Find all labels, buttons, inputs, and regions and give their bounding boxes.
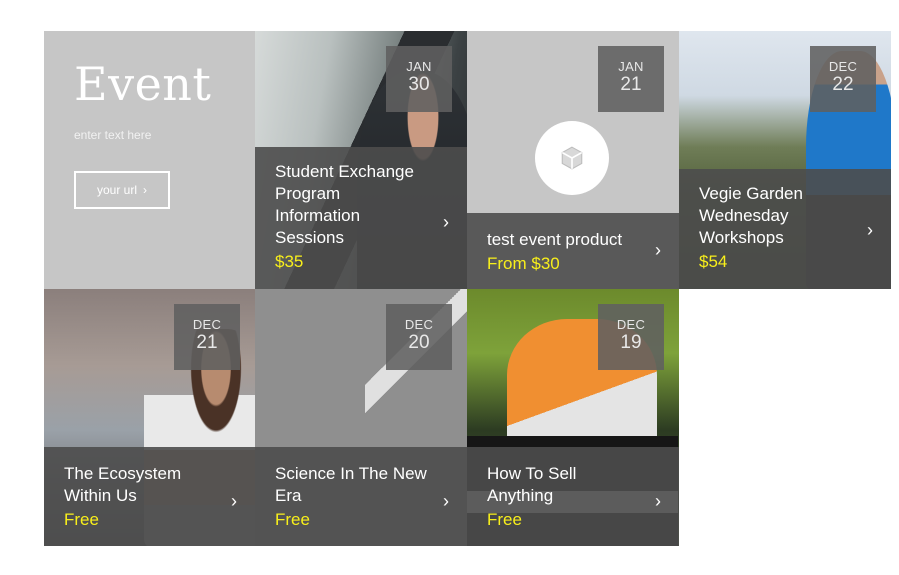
event-price: Free: [487, 510, 522, 529]
event-day: 20: [408, 332, 430, 353]
event-month: DEC: [192, 317, 222, 332]
event-month: DEC: [828, 59, 858, 74]
event-price: $54: [699, 252, 728, 271]
event-card[interactable]: DEC 20 Science In The New Era Free ›: [255, 289, 467, 546]
events-intro-tile: Event enter text here your url ›: [44, 31, 255, 289]
event-date-badge: JAN 30: [386, 46, 452, 112]
your-url-button-label: your url: [96, 183, 137, 197]
chevron-right-icon[interactable]: ›: [443, 212, 449, 233]
event-price: Free: [64, 510, 99, 529]
section-subtitle: enter text here: [74, 128, 152, 142]
event-date-badge: DEC 22: [810, 46, 876, 112]
event-date-badge: DEC 20: [386, 304, 452, 370]
event-month: JAN: [406, 59, 432, 74]
chevron-right-icon[interactable]: ›: [231, 491, 237, 512]
chevron-right-icon[interactable]: ›: [655, 240, 661, 261]
event-title[interactable]: Science In The New Era: [275, 463, 429, 507]
event-day: 21: [620, 74, 642, 95]
event-caption: Science In The New Era Free ›: [255, 447, 467, 546]
event-price: $35: [275, 252, 304, 271]
chevron-right-icon[interactable]: ›: [443, 491, 449, 512]
event-title[interactable]: How To Sell Anything: [487, 463, 641, 507]
chevron-right-icon[interactable]: ›: [867, 220, 873, 241]
event-caption: Student Exchange Program Information Ses…: [255, 147, 467, 289]
event-price: Free: [275, 510, 310, 529]
chevron-right-icon: ›: [143, 183, 147, 197]
event-caption: Vegie Garden Wednesday Workshops $54 ›: [679, 169, 891, 289]
event-title[interactable]: test event product: [487, 229, 641, 251]
event-date-badge: JAN 21: [598, 46, 664, 112]
event-day: 21: [196, 332, 218, 353]
event-caption: test event product From $30 ›: [467, 213, 679, 289]
event-card[interactable]: DEC 22 Vegie Garden Wednesday Workshops …: [679, 31, 891, 289]
event-month: DEC: [404, 317, 434, 332]
event-price: From $30: [487, 254, 560, 273]
event-title[interactable]: Student Exchange Program Information Ses…: [275, 161, 429, 249]
section-title: Event: [74, 57, 212, 111]
event-day: 30: [408, 74, 430, 95]
event-title[interactable]: Vegie Garden Wednesday Workshops: [699, 183, 853, 249]
chevron-right-icon[interactable]: ›: [655, 491, 661, 512]
event-card[interactable]: DEC 21 The Ecosystem Within Us Free ›: [44, 289, 255, 546]
event-card[interactable]: JAN 21 test event product From $30 ›: [467, 31, 679, 289]
event-date-badge: DEC 21: [174, 304, 240, 370]
event-day: 22: [832, 74, 854, 95]
event-card[interactable]: JAN 30 Student Exchange Program Informat…: [255, 31, 467, 289]
your-url-button[interactable]: your url ›: [74, 171, 170, 209]
event-date-badge: DEC 19: [598, 304, 664, 370]
events-grid: Event enter text here your url › JAN 30 …: [44, 31, 891, 546]
event-card[interactable]: DEC 19 How To Sell Anything Free ›: [467, 289, 679, 546]
cube-placeholder-icon: [535, 121, 609, 195]
event-month: JAN: [618, 59, 644, 74]
event-day: 19: [620, 332, 642, 353]
event-caption: The Ecosystem Within Us Free ›: [44, 447, 255, 546]
event-title[interactable]: The Ecosystem Within Us: [64, 463, 217, 507]
event-caption: How To Sell Anything Free ›: [467, 447, 679, 546]
event-month: DEC: [616, 317, 646, 332]
